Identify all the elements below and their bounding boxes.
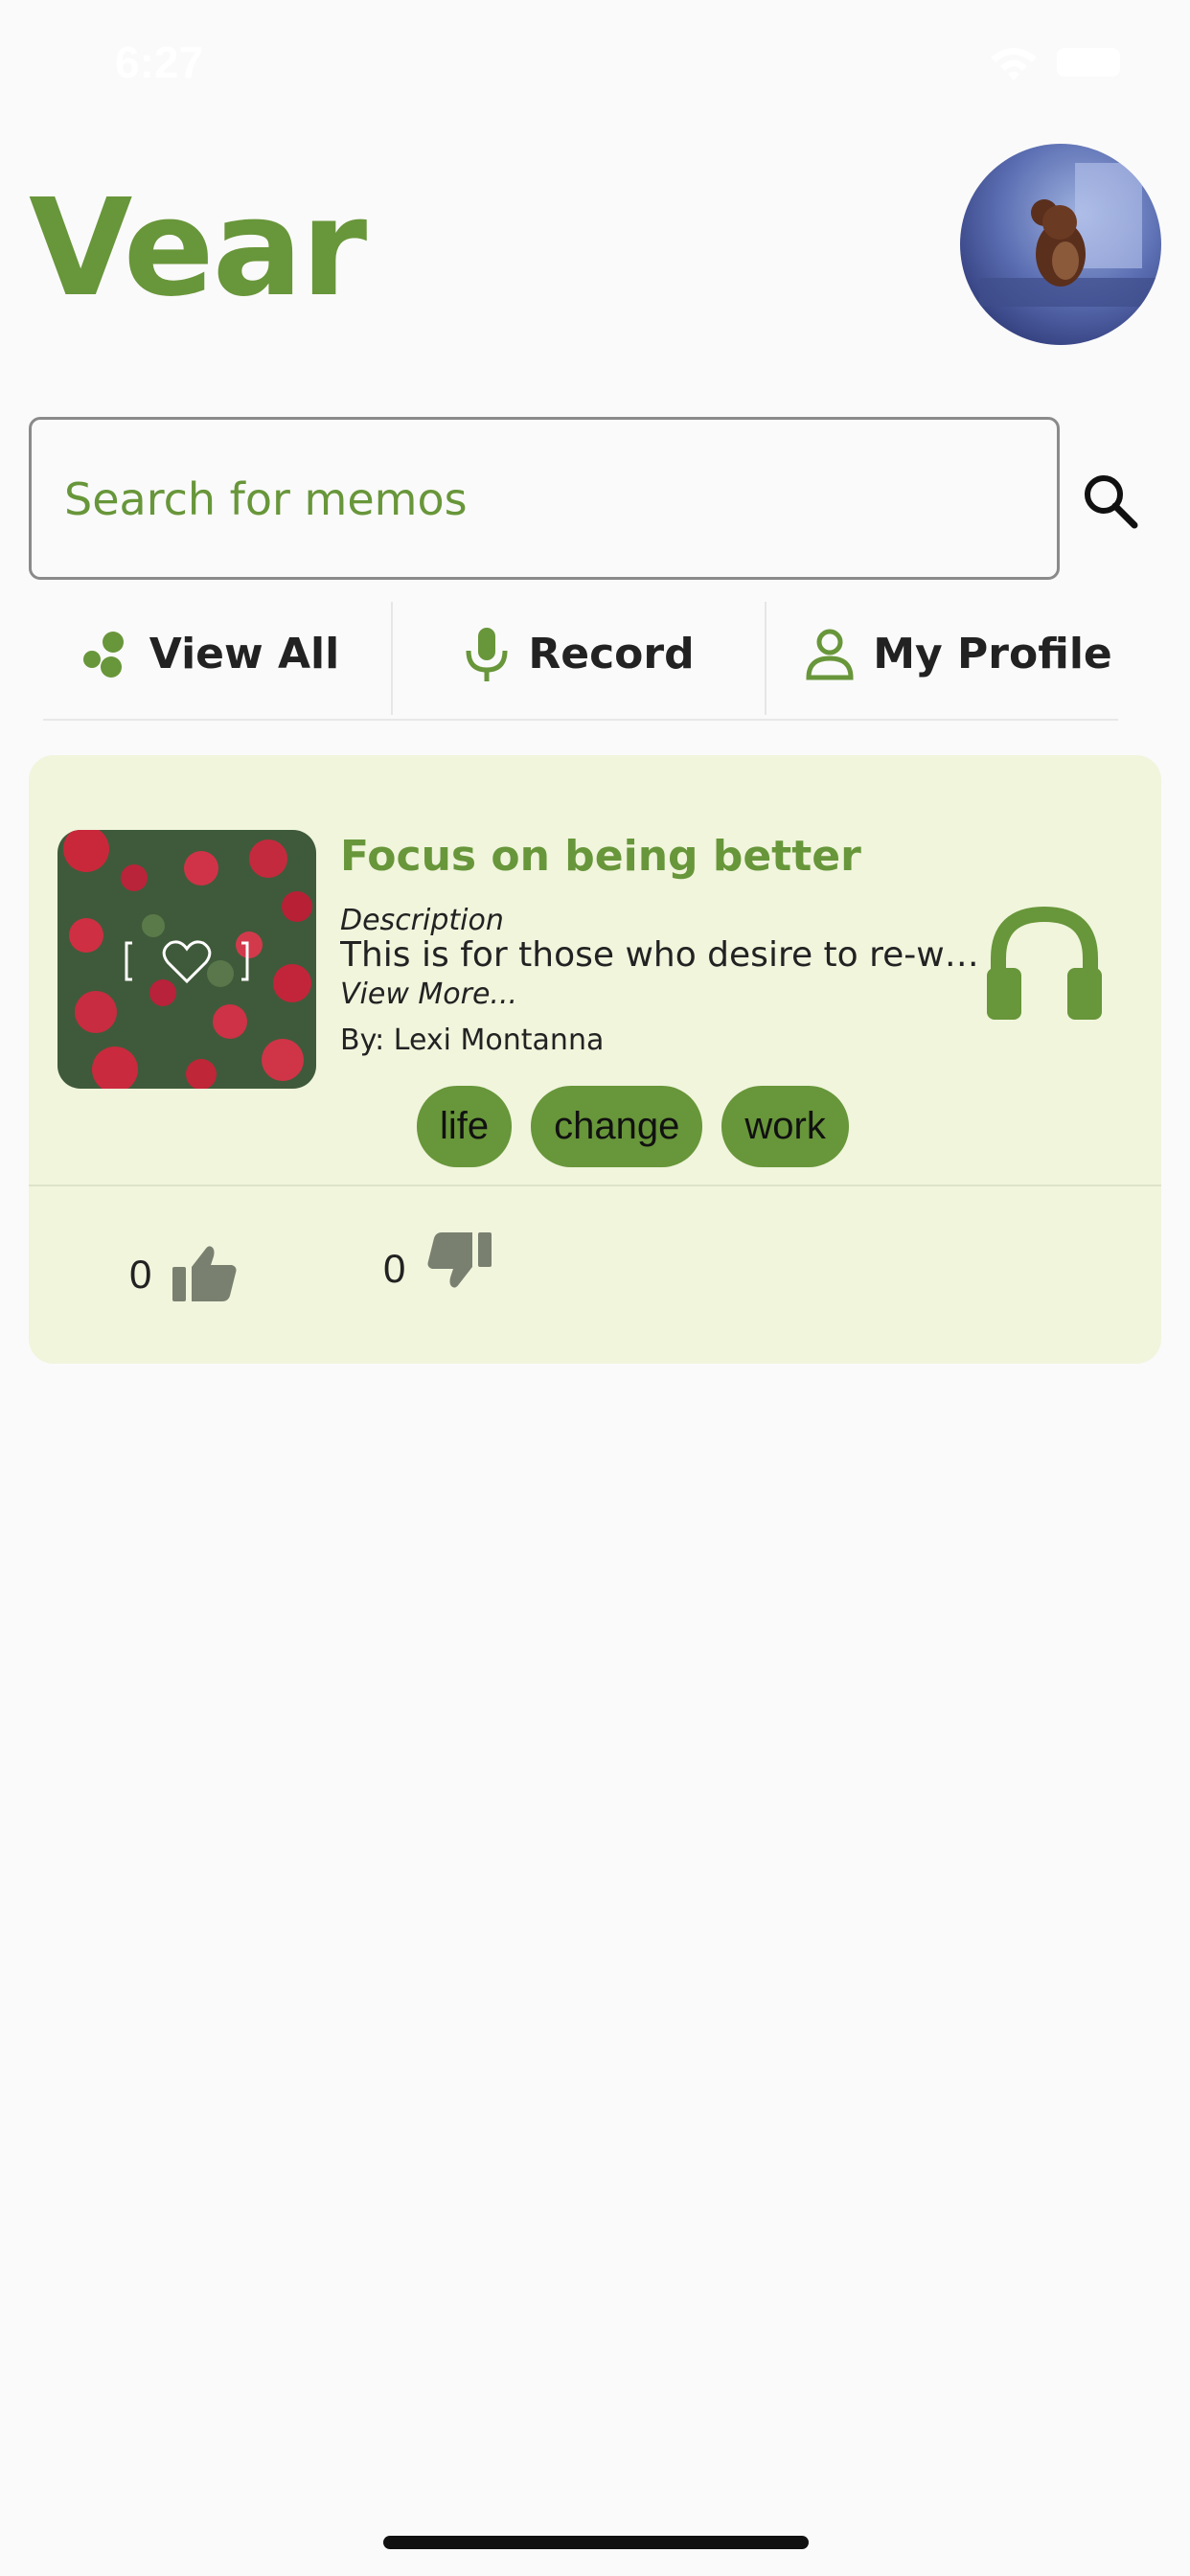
thumbs-down-icon xyxy=(424,1232,493,1296)
search-icon[interactable] xyxy=(1077,468,1146,537)
tab-label-record: Record xyxy=(528,630,695,678)
search-box xyxy=(29,417,1060,580)
tab-view-all[interactable]: View All xyxy=(29,594,391,714)
dislike-button[interactable]: 0 xyxy=(383,1232,493,1296)
wifi-icon xyxy=(987,46,1041,88)
microphone-icon xyxy=(463,626,511,683)
dislike-count: 0 xyxy=(383,1246,406,1291)
tab-label-view-all: View All xyxy=(149,630,340,678)
search-input[interactable] xyxy=(62,420,1024,579)
tab-label-my-profile: My Profile xyxy=(873,630,1112,678)
like-button[interactable]: 0 xyxy=(129,1242,240,1307)
app-title: Vear xyxy=(29,171,367,327)
memo-card[interactable]: Focus on being better Description This i… xyxy=(29,755,1161,1364)
battery-icon xyxy=(1057,48,1120,77)
status-bar: 6:27 xyxy=(0,0,1190,125)
description-label: Description xyxy=(340,904,504,937)
tabs-underline xyxy=(43,719,1118,721)
person-icon xyxy=(804,628,856,681)
tab-bar: View All Record My Profile xyxy=(29,594,1121,719)
dots-icon xyxy=(80,629,132,680)
avatar[interactable] xyxy=(960,144,1161,345)
tab-my-profile[interactable]: My Profile xyxy=(767,594,1150,714)
home-indicator[interactable] xyxy=(383,2536,809,2549)
card-divider xyxy=(29,1184,1161,1186)
thumbs-up-icon xyxy=(171,1242,240,1307)
tag-list: life change work xyxy=(417,1086,849,1167)
headphones-icon[interactable] xyxy=(977,889,1111,1024)
memo-description: This is for those who desire to re-write… xyxy=(340,935,984,975)
tag-chip[interactable]: work xyxy=(721,1086,849,1167)
tag-chip[interactable]: change xyxy=(531,1086,703,1167)
tab-record[interactable]: Record xyxy=(393,594,765,714)
memo-thumbnail xyxy=(57,830,316,1089)
view-more-link[interactable]: View More... xyxy=(340,978,517,1011)
tag-chip[interactable]: life xyxy=(417,1086,513,1167)
status-time: 6:27 xyxy=(115,37,204,87)
like-count: 0 xyxy=(129,1252,152,1297)
memo-title[interactable]: Focus on being better xyxy=(340,832,861,881)
memo-author: By: Lexi Montanna xyxy=(340,1024,605,1057)
